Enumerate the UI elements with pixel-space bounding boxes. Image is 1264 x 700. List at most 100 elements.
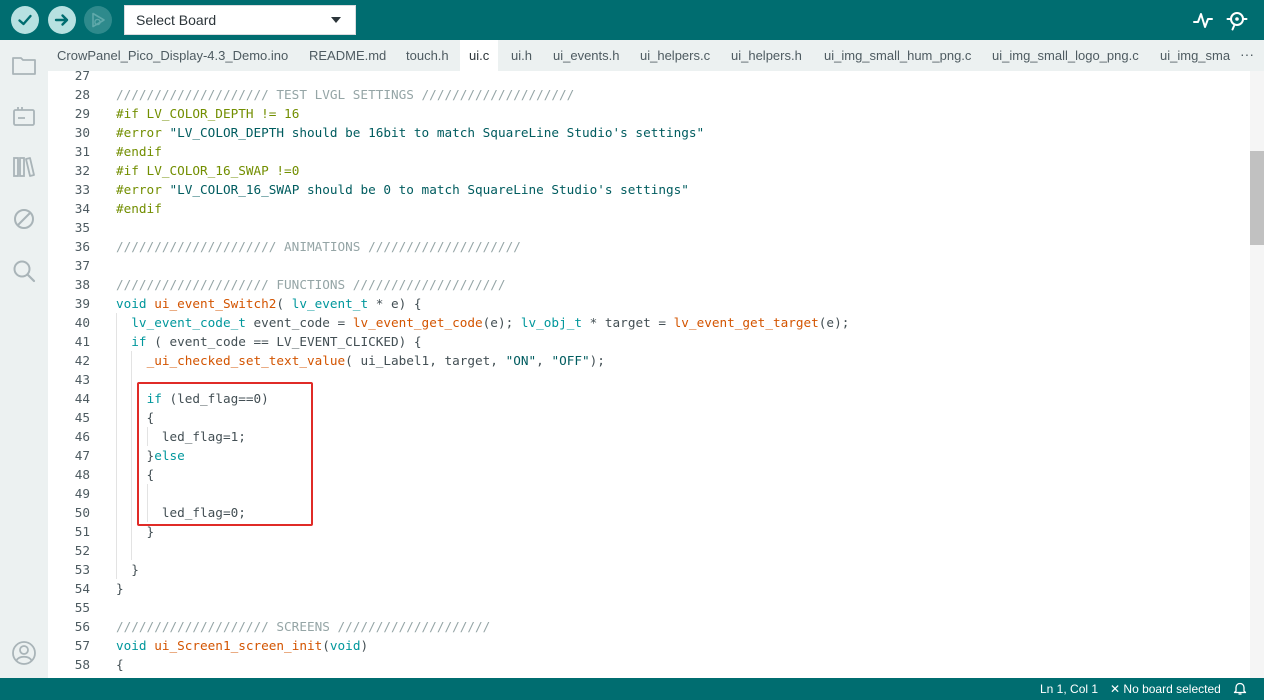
code-text: }else: [116, 448, 185, 463]
line-number: 40: [74, 315, 90, 330]
code-line: 49: [48, 484, 1248, 503]
code-text: led_flag=0;: [116, 505, 246, 520]
folder-icon[interactable]: [11, 52, 37, 78]
line-number: 28: [74, 87, 90, 102]
line-number: 57: [74, 638, 90, 653]
code-line: 33 #error "LV_COLOR_16_SWAP should be 0 t…: [48, 180, 1248, 199]
code-line: 53 }: [48, 560, 1248, 579]
code-text: #error "LV_COLOR_DEPTH should be 16bit t…: [116, 125, 705, 140]
upload-button[interactable]: [48, 6, 76, 34]
debug-play-icon: [92, 12, 105, 28]
tab-touch-h[interactable]: touch.h: [397, 40, 458, 71]
tab-crowpanel-ino[interactable]: CrowPanel_Pico_Display-4.3_Demo.ino: [48, 40, 297, 71]
serial-monitor-icon[interactable]: [1226, 9, 1248, 31]
code-line: 35: [48, 218, 1248, 237]
code-line: 37: [48, 256, 1248, 275]
boards-manager-icon[interactable]: [11, 104, 37, 130]
line-number: 43: [74, 372, 90, 387]
code-line: 29 #if LV_COLOR_DEPTH != 16: [48, 104, 1248, 123]
board-select-dropdown[interactable]: Select Board: [124, 5, 356, 35]
board-status[interactable]: ✕ No board selected: [1110, 682, 1221, 696]
line-number: 58: [74, 657, 90, 672]
line-number: 48: [74, 467, 90, 482]
code-line: 40 lv_event_code_t event_code = lv_event…: [48, 313, 1248, 332]
line-number: 29: [74, 106, 90, 121]
line-number: 36: [74, 239, 90, 254]
tab-ui-helpers-h[interactable]: ui_helpers.h: [722, 40, 811, 71]
debug-button[interactable]: [84, 6, 112, 34]
close-icon: ✕: [1110, 682, 1121, 696]
code-text: {: [116, 657, 124, 672]
account-icon[interactable]: [11, 640, 37, 666]
line-number: 34: [74, 201, 90, 216]
code-line: 39 void ui_event_Switch2( lv_event_t * e)…: [48, 294, 1248, 313]
serial-plotter-icon[interactable]: [1192, 9, 1214, 31]
code-line: 28 //////////////////// TEST LVGL SETTING…: [48, 85, 1248, 104]
line-number: 45: [74, 410, 90, 425]
board-select-label: Select Board: [136, 12, 217, 28]
code-line: 52: [48, 541, 1248, 560]
line-number: 55: [74, 600, 90, 615]
code-text: led_flag=1;: [116, 429, 246, 444]
tab-ui-h[interactable]: ui.h: [502, 40, 541, 71]
tab-ui-img-small-hum[interactable]: ui_img_small_hum_png.c: [815, 40, 980, 71]
chevron-down-icon: [331, 17, 341, 23]
tab-ui-helpers-c[interactable]: ui_helpers.c: [631, 40, 719, 71]
tab-ui-c[interactable]: ui.c: [460, 40, 499, 71]
indent-guide: [131, 351, 133, 560]
code-line: 45 {: [48, 408, 1248, 427]
line-number: 53: [74, 562, 90, 577]
code-line: 54}: [48, 579, 1248, 598]
line-number: 31: [74, 144, 90, 159]
code-line: 50 led_flag=0;: [48, 503, 1248, 522]
code-text: }: [116, 562, 139, 577]
line-number: 52: [74, 543, 90, 558]
verify-button[interactable]: [11, 6, 39, 34]
code-text: {: [116, 410, 155, 425]
code-line: 32 #if LV_COLOR_16_SWAP !=0: [48, 161, 1248, 180]
tab-ui-img-small-logo[interactable]: ui_img_small_logo_png.c: [983, 40, 1148, 71]
code-line: 27: [48, 71, 1248, 85]
cursor-position[interactable]: Ln 1, Col 1: [1040, 682, 1098, 696]
line-number: 38: [74, 277, 90, 292]
scrollbar-thumb[interactable]: [1250, 151, 1264, 245]
line-number: 39: [74, 296, 90, 311]
editor-scrollbar[interactable]: [1250, 71, 1264, 678]
code-text: _ui_checked_set_text_value( ui_Label1, t…: [146, 353, 605, 368]
search-icon[interactable]: [11, 258, 37, 284]
code-line: 55: [48, 598, 1248, 617]
code-text: }: [116, 581, 124, 596]
line-number: 27: [74, 71, 90, 83]
code-editor[interactable]: 27 28 //////////////////// TEST LVGL SETTI…: [48, 71, 1264, 678]
code-line: 48 {: [48, 465, 1248, 484]
code-text: if (led_flag==0): [146, 391, 269, 406]
code-text: //////////////////// FUNCTIONS /////////…: [116, 277, 506, 292]
status-bar: Ln 1, Col 1 ✕ No board selected: [0, 678, 1264, 700]
code-line: 57 void ui_Screen1_screen_init(void): [48, 636, 1248, 655]
code-line: 51 }: [48, 522, 1248, 541]
debug-disabled-icon[interactable]: [11, 206, 37, 232]
bell-icon[interactable]: [1233, 681, 1247, 696]
code-text: #error "LV_COLOR_16_SWAP should be 0 to …: [116, 182, 689, 197]
library-manager-icon[interactable]: [11, 154, 37, 180]
tab-ui-events-h[interactable]: ui_events.h: [544, 40, 629, 71]
indent-guide: [146, 484, 148, 522]
code-text: }: [116, 524, 155, 539]
line-number: 44: [74, 391, 90, 406]
code-text: void ui_Screen1_screen_init(void): [116, 638, 369, 653]
code-line: 56 //////////////////// SCREENS /////////…: [48, 617, 1248, 636]
tab-readme[interactable]: README.md: [300, 40, 395, 71]
line-number: 41: [74, 334, 90, 349]
indent-guide: [146, 427, 148, 446]
arrow-right-icon: [54, 14, 69, 26]
code-text: //////////////////// TEST LVGL SETTINGS …: [116, 87, 575, 102]
tab-ui-img-sma[interactable]: ui_img_sma: [1151, 40, 1239, 71]
activity-bar: [0, 40, 48, 678]
tabs-more-button[interactable]: ···: [1240, 40, 1254, 68]
code-line: 58 {: [48, 655, 1248, 674]
check-icon: [18, 14, 32, 26]
line-number: 30: [74, 125, 90, 140]
code-text: {: [116, 467, 155, 482]
line-number: 33: [74, 182, 90, 197]
code-text: #endif: [116, 201, 162, 216]
